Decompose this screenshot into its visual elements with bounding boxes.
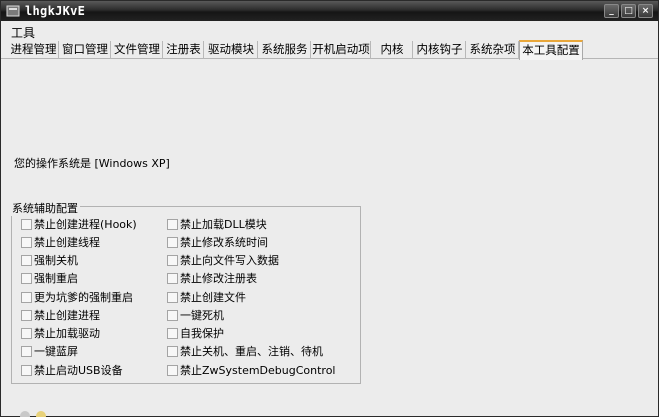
tab-window[interactable]: 窗口管理: [60, 41, 111, 59]
tab-driver[interactable]: 驱动模块: [205, 41, 258, 59]
tab-process[interactable]: 进程管理: [9, 41, 59, 59]
app-window: lhgkJKvE _ □ × 工具 进程管理 窗口管理 文件管理 注册表 驱动模…: [0, 0, 659, 417]
option-label: 一键死机: [180, 309, 224, 322]
option-block-load-driver[interactable]: 禁止加载驱动: [21, 327, 100, 341]
option-label: 禁止创建进程(Hook): [34, 218, 137, 231]
option-label: 禁止向文件写入数据: [180, 254, 279, 267]
option-force-restart[interactable]: 强制重启: [21, 272, 78, 286]
app-icon: [6, 5, 20, 17]
checkbox[interactable]: [21, 310, 32, 321]
tab-startup[interactable]: 开机启动项: [312, 41, 371, 59]
os-info: 您的操作系统是 [Windows XP]: [14, 157, 170, 170]
option-label: 禁止创建线程: [34, 236, 100, 249]
checkbox[interactable]: [167, 255, 178, 266]
option-block-power-actions[interactable]: 禁止关机、重启、注销、待机: [167, 345, 323, 359]
option-block-create-file[interactable]: 禁止创建文件: [167, 291, 246, 305]
checkbox[interactable]: [21, 255, 32, 266]
menu-tools[interactable]: 工具: [11, 24, 35, 41]
option-label: 禁止修改系统时间: [180, 236, 268, 249]
tab-kernel[interactable]: 内核: [372, 41, 413, 59]
checkbox[interactable]: [21, 237, 32, 248]
checkbox[interactable]: [21, 346, 32, 357]
option-label: 强制关机: [34, 254, 78, 267]
option-label: 禁止加载驱动: [34, 327, 100, 340]
title-bar[interactable]: lhgkJKvE _ □ ×: [1, 1, 658, 21]
config-panel: 您的操作系统是 [Windows XP] 系统辅助配置 禁止创建进程(Hook)…: [1, 60, 658, 417]
option-block-registry-edit[interactable]: 禁止修改注册表: [167, 272, 257, 286]
option-label: 更为坑爹的强制重启: [34, 291, 133, 304]
checkbox[interactable]: [21, 273, 32, 284]
tab-misc[interactable]: 系统杂项: [467, 41, 519, 59]
tab-tool-config[interactable]: 本工具配置: [519, 40, 583, 60]
option-block-create-process-hook[interactable]: 禁止创建进程(Hook): [21, 218, 137, 232]
checkbox[interactable]: [167, 328, 178, 339]
group-title: 系统辅助配置: [10, 200, 80, 216]
minimize-button[interactable]: _: [604, 4, 619, 18]
option-label: 禁止加载DLL模块: [180, 218, 267, 231]
option-label: 强制重启: [34, 272, 78, 285]
checkbox[interactable]: [167, 219, 178, 230]
checkbox[interactable]: [167, 310, 178, 321]
option-block-create-thread[interactable]: 禁止创建线程: [21, 236, 100, 250]
tab-file[interactable]: 文件管理: [112, 41, 163, 59]
checkbox[interactable]: [167, 292, 178, 303]
option-label: 禁止创建进程: [34, 309, 100, 322]
checkbox[interactable]: [167, 346, 178, 357]
tab-bar: 进程管理 窗口管理 文件管理 注册表 驱动模块 系统服务 开机启动项 内核 内核…: [1, 40, 658, 60]
menu-bar: 工具: [1, 22, 658, 41]
maximize-button[interactable]: □: [621, 4, 636, 18]
option-label: 禁止ZwSystemDebugControl: [180, 364, 336, 377]
checkbox[interactable]: [167, 365, 178, 376]
option-block-change-time[interactable]: 禁止修改系统时间: [167, 236, 268, 250]
option-label: 禁止创建文件: [180, 291, 246, 304]
option-label: 禁止启动USB设备: [34, 364, 123, 377]
option-block-load-dll[interactable]: 禁止加载DLL模块: [167, 218, 267, 232]
checkbox[interactable]: [167, 273, 178, 284]
window-title: lhgkJKvE: [25, 4, 86, 18]
status-icons: [20, 411, 46, 417]
checkbox[interactable]: [21, 328, 32, 339]
option-label: 禁止修改注册表: [180, 272, 257, 285]
checkbox[interactable]: [21, 219, 32, 230]
option-force-shutdown[interactable]: 强制关机: [21, 254, 78, 268]
option-block-zwsystemdebugcontrol[interactable]: 禁止ZwSystemDebugControl: [167, 364, 336, 378]
option-block-create-process[interactable]: 禁止创建进程: [21, 309, 100, 323]
option-bluescreen[interactable]: 一键蓝屏: [21, 345, 78, 359]
tab-kernel-hook[interactable]: 内核钩子: [414, 41, 466, 59]
option-harder-restart[interactable]: 更为坑爹的强制重启: [21, 291, 133, 305]
checkbox[interactable]: [21, 365, 32, 376]
checkbox[interactable]: [167, 237, 178, 248]
checkbox[interactable]: [21, 292, 32, 303]
option-block-file-write[interactable]: 禁止向文件写入数据: [167, 254, 279, 268]
close-button[interactable]: ×: [638, 4, 653, 18]
option-label: 禁止关机、重启、注销、待机: [180, 345, 323, 358]
option-label: 一键蓝屏: [34, 345, 78, 358]
option-block-usb[interactable]: 禁止启动USB设备: [21, 364, 123, 378]
tab-registry[interactable]: 注册表: [164, 41, 204, 59]
option-freeze-system[interactable]: 一键死机: [167, 309, 224, 323]
option-label: 自我保护: [180, 327, 224, 340]
tab-service[interactable]: 系统服务: [259, 41, 311, 59]
option-self-protect[interactable]: 自我保护: [167, 327, 224, 341]
